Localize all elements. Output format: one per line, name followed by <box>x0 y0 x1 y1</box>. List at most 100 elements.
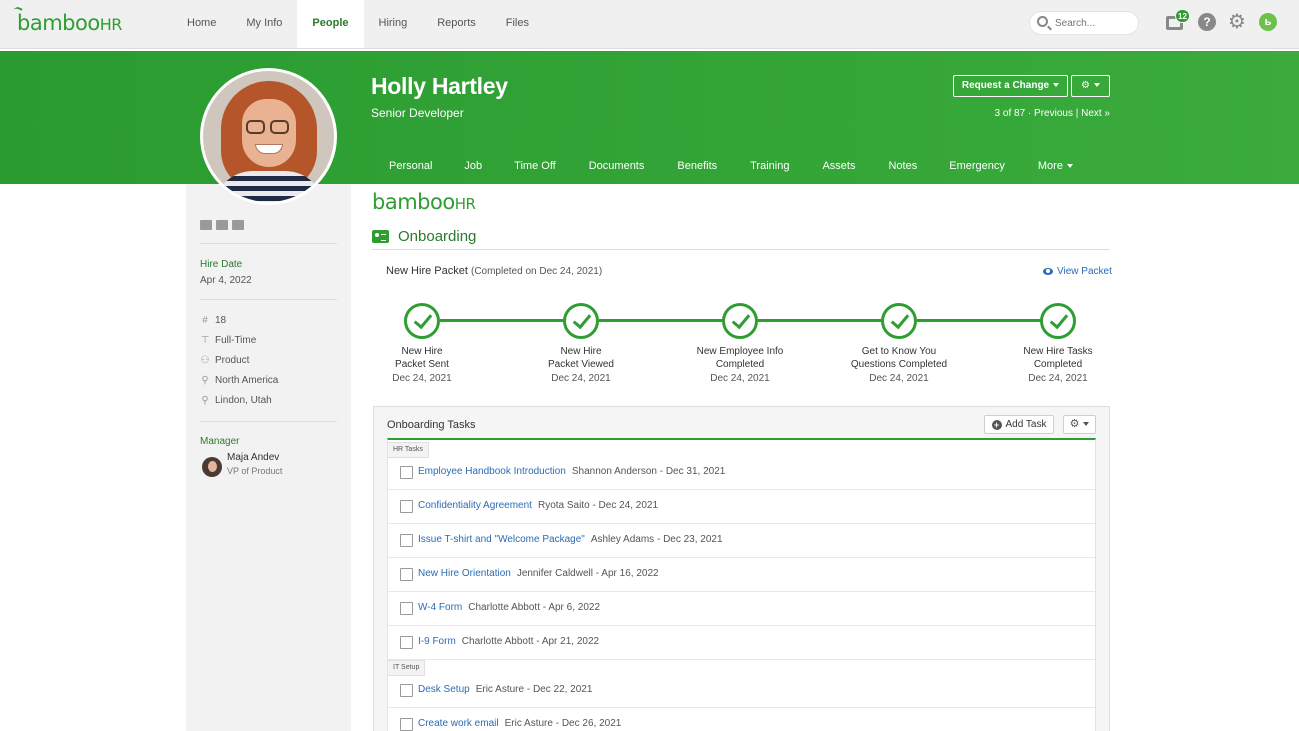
hash-icon: # <box>202 314 208 326</box>
employment-type: ⊤ Full-Time <box>200 335 257 346</box>
twitter-icon[interactable] <box>232 220 244 230</box>
step-date: Dec 24, 2021 <box>710 373 770 384</box>
employee-photo <box>203 71 334 202</box>
employee-name: Holly Hartley <box>371 73 508 99</box>
task-link[interactable]: Employee Handbook Introduction Shannon An… <box>418 466 725 477</box>
manager-avatar[interactable] <box>202 457 222 477</box>
nav-reports[interactable]: Reports <box>422 0 491 48</box>
tab-time-off[interactable]: Time Off <box>514 155 556 184</box>
progress-connector <box>917 319 1041 322</box>
task-link[interactable]: New Hire Orientation Jennifer Caldwell - … <box>418 568 659 579</box>
task-link[interactable]: Desk Setup Eric Asture - Dec 22, 2021 <box>418 684 592 695</box>
gear-icon[interactable]: ⚙ <box>1228 12 1246 32</box>
task-checkbox[interactable] <box>400 636 413 649</box>
chevron-down-icon <box>1053 83 1060 88</box>
tasks-list: HR Tasks Employee Handbook Introduction S… <box>387 438 1096 731</box>
people-icon: ⚇ <box>200 354 210 366</box>
employee-number-value: 18 <box>215 315 227 326</box>
header-settings-button[interactable]: ⚙ <box>1071 75 1110 97</box>
employee-avatar <box>200 68 337 205</box>
task-checkbox[interactable] <box>400 684 413 697</box>
add-task-label: Add Task <box>1005 419 1047 430</box>
task-checkbox[interactable] <box>400 500 413 513</box>
user-circle-icon[interactable]: ь <box>1259 13 1277 31</box>
view-packet-link[interactable]: View Packet <box>1043 266 1112 277</box>
view-packet-label: View Packet <box>1057 266 1112 277</box>
check-icon <box>404 303 440 339</box>
task-meta: Charlotte Abbott - Apr 6, 2022 <box>468 602 601 613</box>
divider <box>200 243 337 244</box>
task-checkbox[interactable] <box>400 718 413 731</box>
gear-icon: ⚙ <box>1081 80 1090 91</box>
step-date: Dec 24, 2021 <box>1028 373 1088 384</box>
hire-date-label: Hire Date <box>200 259 243 270</box>
org-chart-icon: ⚲ <box>201 374 209 386</box>
task-row: Issue T-shirt and "Welcome Package" Ashle… <box>388 524 1095 558</box>
tab-job[interactable]: Job <box>464 155 482 184</box>
plus-icon: + <box>991 420 1002 430</box>
request-change-button[interactable]: Request a Change <box>953 75 1068 97</box>
bamboohr-logo[interactable]: bambooHR <box>13 5 122 35</box>
task-link[interactable]: Issue T-shirt and "Welcome Package" Ashle… <box>418 534 723 545</box>
divider <box>200 421 337 422</box>
task-meta: Eric Asture - Dec 22, 2021 <box>475 684 593 695</box>
employment-type-value: Full-Time <box>215 335 257 346</box>
task-link[interactable]: W-4 Form Charlotte Abbott - Apr 6, 2022 <box>418 602 600 613</box>
task-row: I-9 Form Charlotte Abbott - Apr 21, 2022 <box>388 626 1095 660</box>
task-checkbox[interactable] <box>400 568 413 581</box>
task-link[interactable]: Confidentiality Agreement Ryota Saito - D… <box>418 500 658 511</box>
pager-next-link[interactable]: Next » <box>1081 108 1110 119</box>
tasks-settings-button[interactable]: ⚙ <box>1063 415 1096 434</box>
pager-previous-link[interactable]: Previous <box>1034 108 1073 119</box>
email-icon[interactable] <box>200 220 212 230</box>
progress-connector <box>599 319 723 322</box>
tab-assets[interactable]: Assets <box>822 155 855 184</box>
top-navigation: bambooHR Home My Info People Hiring Repo… <box>0 0 1299 49</box>
manager-label: Manager <box>200 436 240 447</box>
tab-more[interactable]: More <box>1038 155 1073 184</box>
linkedin-icon[interactable] <box>216 220 228 230</box>
task-row: Create work email Eric Asture - Dec 26, 2… <box>388 708 1095 731</box>
search-icon <box>1037 16 1048 27</box>
nav-home[interactable]: Home <box>172 0 231 48</box>
packet-title: New Hire Packet (Completed on Dec 24, 20… <box>386 265 602 277</box>
divider <box>200 299 337 300</box>
step-label: New Hire Packet Sent <box>395 346 449 370</box>
tasks-title: Onboarding Tasks <box>387 419 476 431</box>
department: ⚇ Product <box>200 354 250 366</box>
department-value: Product <box>215 355 250 366</box>
search-box[interactable] <box>1029 11 1139 35</box>
nav-people[interactable]: People <box>297 0 364 48</box>
tab-more-label: More <box>1037 160 1063 172</box>
add-task-button[interactable]: + Add Task <box>984 415 1054 434</box>
search-input[interactable] <box>1055 16 1135 31</box>
nav-hiring[interactable]: Hiring <box>364 0 423 48</box>
tab-personal[interactable]: Personal <box>389 155 432 184</box>
progress-connector <box>758 319 882 322</box>
tab-training[interactable]: Training <box>750 155 789 184</box>
tab-documents[interactable]: Documents <box>589 155 645 184</box>
division-value: North America <box>215 375 279 386</box>
employee-pager: 3 of 87 · Previous | Next » <box>994 108 1110 119</box>
task-meta: Ashley Adams - Dec 23, 2021 <box>590 534 723 545</box>
chevron-down-icon <box>1066 164 1073 169</box>
chevron-down-icon <box>1083 422 1090 427</box>
inbox-button[interactable]: 12 <box>1166 9 1190 31</box>
tab-notes[interactable]: Notes <box>888 155 917 184</box>
task-checkbox[interactable] <box>400 466 413 479</box>
profile-header: Holly Hartley Senior Developer Request a… <box>0 51 1299 184</box>
step-date: Dec 24, 2021 <box>869 373 929 384</box>
task-checkbox[interactable] <box>400 602 413 615</box>
task-link[interactable]: Create work email Eric Asture - Dec 26, 2… <box>418 718 621 729</box>
task-link[interactable]: I-9 Form Charlotte Abbott - Apr 21, 2022 <box>418 636 599 647</box>
manager-name[interactable]: Maja Andev <box>227 452 279 463</box>
task-checkbox[interactable] <box>400 534 413 547</box>
help-icon[interactable]: ? <box>1198 13 1216 31</box>
nav-files[interactable]: Files <box>491 0 544 48</box>
tab-emergency[interactable]: Emergency <box>949 155 1005 184</box>
task-meta: Shannon Anderson - Dec 31, 2021 <box>571 466 726 477</box>
task-meta: Eric Asture - Dec 26, 2021 <box>504 718 622 729</box>
check-icon <box>722 303 758 339</box>
tab-benefits[interactable]: Benefits <box>677 155 717 184</box>
nav-my-info[interactable]: My Info <box>231 0 297 48</box>
